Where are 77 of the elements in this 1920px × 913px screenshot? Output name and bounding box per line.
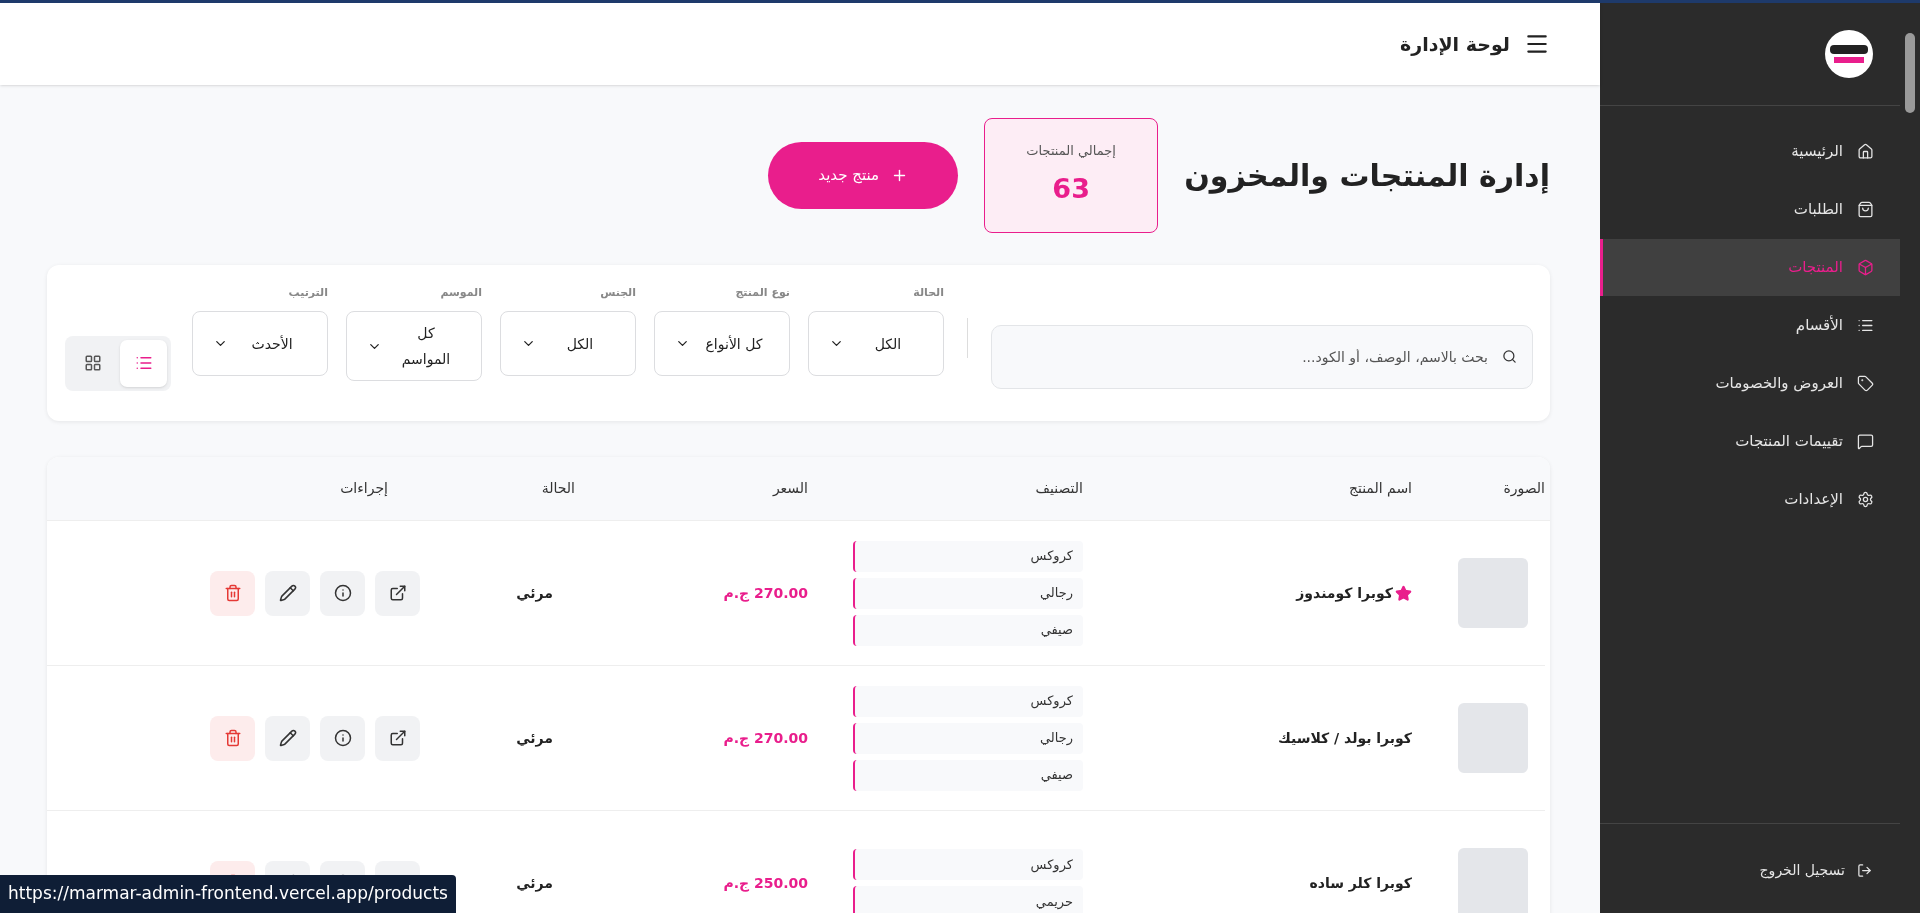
- settings-icon: [1857, 491, 1874, 508]
- nav-item[interactable]: الإعدادات: [1600, 471, 1900, 528]
- column-header: الصورة: [1503, 479, 1545, 499]
- list-icon: [134, 354, 153, 372]
- column-header: الحالة: [541, 479, 575, 498]
- home-icon: [1857, 143, 1874, 160]
- price-text: 250.00 ج.م: [723, 873, 808, 894]
- page-title: إدارة المنتجات والمخزون: [1184, 156, 1550, 196]
- search-icon: [1502, 349, 1517, 364]
- filter-label: الموسم: [440, 284, 482, 301]
- column-header: إجراءات: [340, 479, 388, 499]
- header-title: لوحة الإدارة: [1400, 31, 1510, 58]
- product-name: كوبرا بولد / كلاسيك: [1277, 728, 1412, 749]
- stat-value: 63: [1052, 171, 1090, 206]
- nav-item[interactable]: الرئيسية: [1600, 123, 1900, 180]
- pencil-icon: [278, 729, 297, 747]
- nav-item[interactable]: تقييمات المنتجات: [1600, 413, 1900, 470]
- price-text: 270.00 ج.م: [723, 728, 808, 749]
- filter-label: الجنس: [600, 284, 636, 301]
- category-tag: رجالي: [853, 722, 1083, 754]
- grid-icon: [83, 354, 102, 372]
- info-icon: [333, 729, 352, 747]
- filter-label: نوع المنتج: [735, 284, 790, 301]
- status-text: مرئي: [516, 873, 554, 894]
- status-text: مرئي: [516, 728, 554, 749]
- column-header: اسم المنتج: [1348, 479, 1412, 499]
- logo-icon: [1825, 30, 1873, 78]
- logout-icon: [1857, 863, 1872, 878]
- stat-label: إجمالي المنتجات: [1026, 142, 1116, 160]
- external-link-icon: [388, 729, 407, 747]
- trash-icon: [223, 729, 242, 747]
- info-button[interactable]: [320, 715, 365, 761]
- product-photo-placeholder: [1458, 848, 1528, 913]
- box-icon: [1857, 259, 1874, 276]
- category-tag: كروكس: [853, 540, 1083, 572]
- filter-select[interactable]: الكل: [808, 311, 944, 377]
- category-tag: كروكس: [853, 849, 1083, 880]
- delete-button[interactable]: [210, 570, 255, 616]
- edit-button[interactable]: [265, 570, 310, 616]
- category-tag: رجالي: [853, 577, 1083, 609]
- category-tag: صيفي: [853, 759, 1083, 791]
- filter-select[interactable]: الأحدث: [192, 311, 328, 377]
- product-photo-placeholder: [1458, 558, 1528, 628]
- info-icon: [333, 584, 352, 602]
- external-link-icon: [388, 584, 407, 602]
- product-name: كوبرا كومندوز: [1296, 583, 1393, 604]
- bag-icon: [1857, 201, 1874, 218]
- link-preview-tooltip: https://marmar-admin-frontend.vercel.app/products: [0, 875, 456, 913]
- status-text: مرئي: [516, 583, 554, 604]
- tag-icon: [1857, 375, 1874, 392]
- nav-item[interactable]: العروض والخصومات: [1600, 355, 1900, 412]
- filter-label: الحالة: [913, 284, 944, 301]
- category-tag: كروكس: [853, 685, 1083, 717]
- category-tag: حريمي: [853, 886, 1083, 913]
- product-photo-placeholder: [1458, 703, 1528, 773]
- nav-item[interactable]: الأقسام: [1600, 297, 1900, 354]
- category-tag: صيفي: [853, 614, 1083, 646]
- chat-icon: [1857, 433, 1874, 450]
- open-link-button[interactable]: [375, 570, 420, 616]
- new-product-button[interactable]: منتج جديد: [768, 141, 959, 209]
- logout-link[interactable]: تسجيل الخروج: [1759, 860, 1900, 881]
- filter-select[interactable]: كل الأنواع: [654, 311, 790, 377]
- delete-button[interactable]: [210, 715, 255, 761]
- price-text: 270.00 ج.م: [723, 583, 808, 604]
- nav-item[interactable]: الطلبات: [1600, 181, 1900, 238]
- filter-label: الترتيب: [288, 284, 328, 301]
- column-header: التصنيف: [1035, 479, 1083, 498]
- list-icon: [1857, 317, 1874, 334]
- edit-button[interactable]: [265, 715, 310, 761]
- pencil-icon: [278, 584, 297, 602]
- filter-select[interactable]: كل المواسم: [346, 311, 482, 382]
- trash-icon: [223, 584, 242, 602]
- filter-select[interactable]: الكل: [500, 311, 636, 377]
- product-name: كوبرا كلر ساده: [1309, 873, 1412, 894]
- open-link-button[interactable]: [375, 715, 420, 761]
- info-button[interactable]: [320, 570, 365, 616]
- column-header: السعر: [772, 479, 808, 498]
